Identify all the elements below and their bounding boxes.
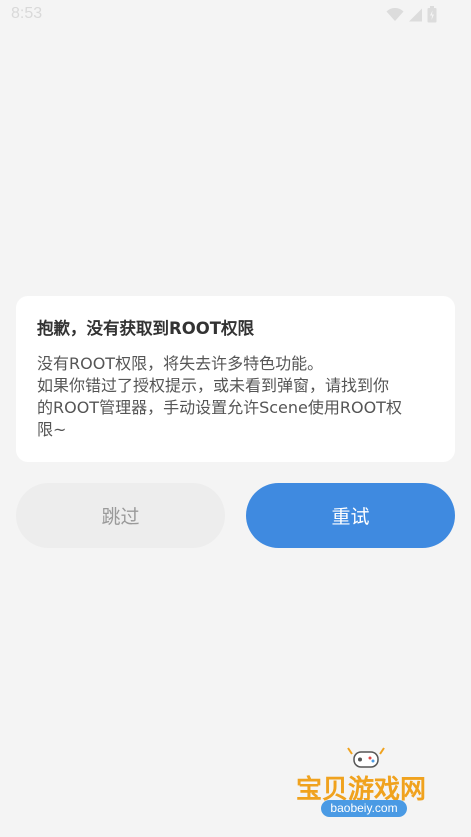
dialog-message-line: 如果你错过了授权提示，或未看到弹窗，请找到你 <box>37 376 390 395</box>
status-time: 8:53 <box>11 5 43 22</box>
dialog-title: 抱歉，没有获取到ROOT权限 <box>37 319 255 338</box>
dialog-message: 没有ROOT权限，将失去许多特色功能。 如果你错过了授权提示，或未看到弹窗，请找… <box>37 353 434 441</box>
watermark-url: baobeiy.com <box>321 800 407 817</box>
dialog-message-line: 限~ <box>37 420 67 439</box>
status-icons <box>386 6 437 23</box>
signal-icon <box>408 8 423 22</box>
watermark: 宝贝游戏网 baobeiy.com <box>294 745 444 830</box>
status-bar: 8:53 <box>0 0 471 32</box>
root-permission-dialog: 抱歉，没有获取到ROOT权限 没有ROOT权限，将失去许多特色功能。 如果你错过… <box>16 296 455 462</box>
wifi-icon <box>386 7 404 22</box>
skip-button[interactable]: 跳过 <box>16 483 225 548</box>
dialog-message-line: 没有ROOT权限，将失去许多特色功能。 <box>37 354 324 373</box>
retry-button[interactable]: 重试 <box>246 483 455 548</box>
dialog-message-line: 的ROOT管理器，手动设置允许Scene使用ROOT权 <box>37 398 402 417</box>
battery-icon <box>427 6 437 23</box>
